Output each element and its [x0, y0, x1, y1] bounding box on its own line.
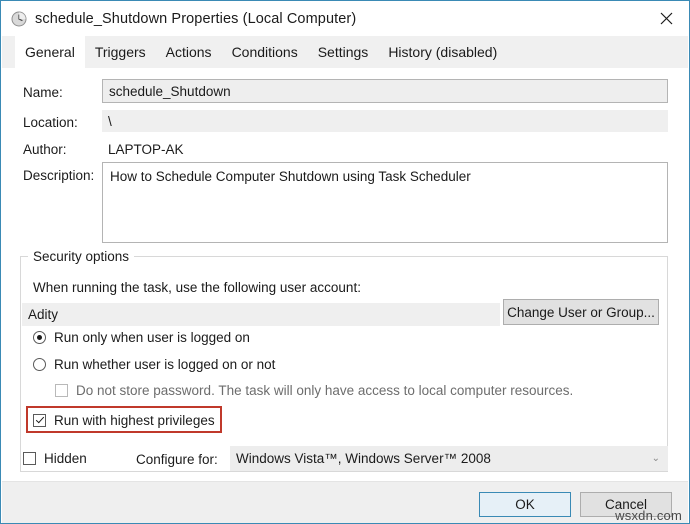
task-properties-window: schedule_Shutdown Properties (Local Comp… [0, 0, 690, 524]
close-icon[interactable] [643, 1, 689, 35]
tab-triggers[interactable]: Triggers [85, 36, 156, 68]
name-input-value: schedule_Shutdown [109, 83, 231, 99]
tab-conditions[interactable]: Conditions [222, 36, 308, 68]
ok-button-label: OK [515, 497, 535, 512]
checkbox-do-not-store-password[interactable]: Do not store password. The task will onl… [55, 383, 573, 398]
name-input[interactable]: schedule_Shutdown [102, 79, 668, 103]
chevron-down-icon: ⌄ [651, 452, 660, 464]
author-label: Author: [23, 142, 67, 157]
radio-indicator [33, 331, 46, 344]
security-options-legend: Security options [28, 249, 135, 264]
description-textarea-value: How to Schedule Computer Shutdown using … [110, 169, 471, 184]
checkbox-indicator [55, 384, 68, 397]
configure-for-select[interactable]: Windows Vista™, Windows Server™ 2008 ⌄ [230, 446, 668, 471]
radio-indicator [33, 358, 46, 371]
tab-general-label: General [25, 44, 75, 60]
dialog-footer: OK Cancel wsxdn.com [2, 481, 688, 523]
watermark: wsxdn.com [615, 508, 682, 523]
location-input: \ [102, 110, 668, 132]
checkbox-indicator [23, 452, 36, 465]
checkbox-indicator [33, 414, 46, 427]
tab-triggers-label: Triggers [94, 44, 146, 60]
description-label: Description: [23, 168, 95, 183]
tab-conditions-label: Conditions [231, 44, 298, 60]
tab-history-label: History (disabled) [388, 44, 498, 60]
change-user-or-group-button[interactable]: Change User or Group... [503, 299, 659, 325]
clock-icon [11, 11, 27, 27]
tab-actions-label: Actions [165, 44, 212, 60]
tab-general[interactable]: General [15, 36, 85, 68]
ok-button[interactable]: OK [479, 492, 571, 517]
user-account-input[interactable]: Adity [22, 303, 500, 326]
change-user-or-group-label: Change User or Group... [507, 304, 655, 320]
tab-settings-label: Settings [317, 44, 369, 60]
radio-run-only-when-logged-on[interactable]: Run only when user is logged on [33, 330, 250, 345]
tab-strip: General Triggers Actions Conditions Sett… [2, 36, 688, 69]
location-input-value: \ [108, 113, 112, 129]
configure-for-value: Windows Vista™, Windows Server™ 2008 [236, 451, 491, 466]
radio-run-whether-logged-on-or-not[interactable]: Run whether user is logged on or not [33, 357, 275, 372]
checkbox-run-with-highest-privileges[interactable]: Run with highest privileges [33, 413, 215, 428]
tab-actions[interactable]: Actions [156, 36, 222, 68]
configure-for-label: Configure for: [136, 452, 218, 467]
tab-history[interactable]: History (disabled) [378, 36, 507, 68]
window-title: schedule_Shutdown Properties (Local Comp… [35, 10, 357, 27]
user-account-value: Adity [28, 307, 59, 322]
author-value: LAPTOP-AK [108, 142, 184, 157]
checkbox-hidden-label: Hidden [44, 451, 87, 466]
tab-settings[interactable]: Settings [308, 36, 379, 68]
checkbox-do-not-store-password-label: Do not store password. The task will onl… [76, 383, 574, 398]
checkbox-run-with-highest-privileges-label: Run with highest privileges [54, 413, 215, 428]
name-label: Name: [23, 85, 63, 100]
account-prompt: When running the task, use the following… [33, 280, 361, 295]
description-textarea[interactable]: How to Schedule Computer Shutdown using … [102, 162, 668, 243]
general-tab-panel: Name: schedule_Shutdown Location: \ Auth… [2, 68, 688, 481]
radio-run-only-when-logged-on-label: Run only when user is logged on [54, 330, 250, 345]
title-bar: schedule_Shutdown Properties (Local Comp… [1, 1, 689, 36]
checkbox-hidden[interactable]: Hidden [23, 451, 87, 466]
location-label: Location: [23, 115, 78, 130]
radio-run-whether-logged-on-or-not-label: Run whether user is logged on or not [54, 357, 276, 372]
